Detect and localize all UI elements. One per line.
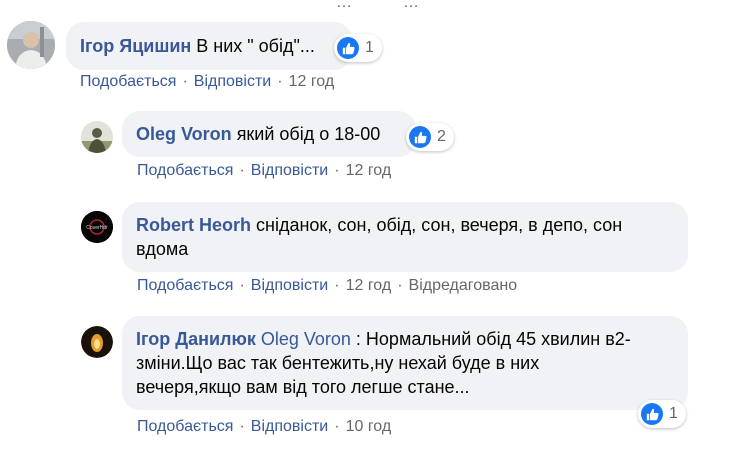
avatar-igor-yatsyshyn[interactable]	[7, 21, 55, 69]
avatar-logo-text: CoverHdr	[86, 225, 108, 231]
truncated-dots: …	[403, 0, 419, 11]
thumbs-up-icon	[337, 37, 359, 59]
mention-link[interactable]: Oleg Voron	[261, 329, 351, 349]
comment-bubble: Ігор Яцишин В них " обід"...	[66, 22, 352, 70]
comment-text: сніданок, сон, обід, сон, вечеря, в депо…	[256, 215, 623, 235]
comment-text-line: зміни.Що вас так бентежить,ну нехай буде…	[136, 353, 540, 373]
comment-text: : Нормальний обід 45 хвилин в2-	[350, 329, 631, 349]
reaction-badge[interactable]: 2	[406, 123, 454, 151]
edited-label[interactable]: Відредаговано	[409, 277, 518, 294]
comment-author[interactable]: Robert Heorh	[136, 215, 251, 235]
comment-text: В них " обід"...	[196, 36, 315, 56]
reply-link[interactable]: Відповісти	[251, 418, 328, 435]
like-link[interactable]: Подобається	[80, 73, 176, 90]
avatar-robert-heorh[interactable]: CoverHdr	[81, 211, 113, 243]
comment-actions: Подобається · Відповісти · 12 год · Відредагов…	[137, 277, 518, 294]
comment-bubble: Robert Heorh сніданок, сон, обід, сон, в…	[122, 202, 688, 272]
reaction-count: 2	[437, 128, 446, 145]
timestamp[interactable]: 10 год	[346, 418, 392, 435]
timestamp[interactable]: 12 год	[346, 277, 392, 294]
thumbs-up-icon	[409, 126, 431, 148]
avatar-oleg-voron[interactable]	[81, 121, 113, 153]
reply-link[interactable]: Відповісти	[194, 73, 271, 90]
reaction-badge[interactable]: 1	[334, 34, 382, 62]
timestamp[interactable]: 12 год	[346, 162, 392, 179]
comment-actions: Подобається · Відповісти · 12 год	[80, 73, 335, 90]
like-link[interactable]: Подобається	[137, 162, 233, 179]
comment-author[interactable]: Ігор Яцишин	[80, 36, 191, 56]
comment-text-line: вдома	[136, 239, 189, 259]
comment-bubble: Ігор Данилюк Oleg Voron : Нормальний обі…	[122, 316, 688, 410]
avatar-igor-danyliuk[interactable]	[81, 326, 113, 358]
comment-actions: Подобається · Відповісти · 12 год	[137, 162, 392, 179]
reaction-badge[interactable]: 1	[638, 400, 686, 428]
reply-link[interactable]: Відповісти	[251, 277, 328, 294]
reaction-count: 1	[365, 39, 374, 56]
comment-text: який обід о 18-00	[236, 124, 381, 144]
timestamp[interactable]: 12 год	[289, 73, 335, 90]
comment-author[interactable]: Oleg Voron	[136, 124, 232, 144]
comment-actions: Подобається · Відповісти · 10 год	[137, 418, 392, 435]
reply-link[interactable]: Відповісти	[251, 162, 328, 179]
comment-author[interactable]: Ігор Данилюк	[136, 329, 256, 349]
like-link[interactable]: Подобається	[137, 418, 233, 435]
thumbs-up-icon	[641, 403, 663, 425]
comment-text-line: вечеря,якщо вам від того легше стане...	[136, 377, 470, 397]
comment-bubble: Oleg Voron який обід о 18-00	[122, 111, 416, 157]
reaction-count: 1	[669, 405, 678, 422]
like-link[interactable]: Подобається	[137, 277, 233, 294]
truncated-dots: …	[336, 0, 352, 11]
